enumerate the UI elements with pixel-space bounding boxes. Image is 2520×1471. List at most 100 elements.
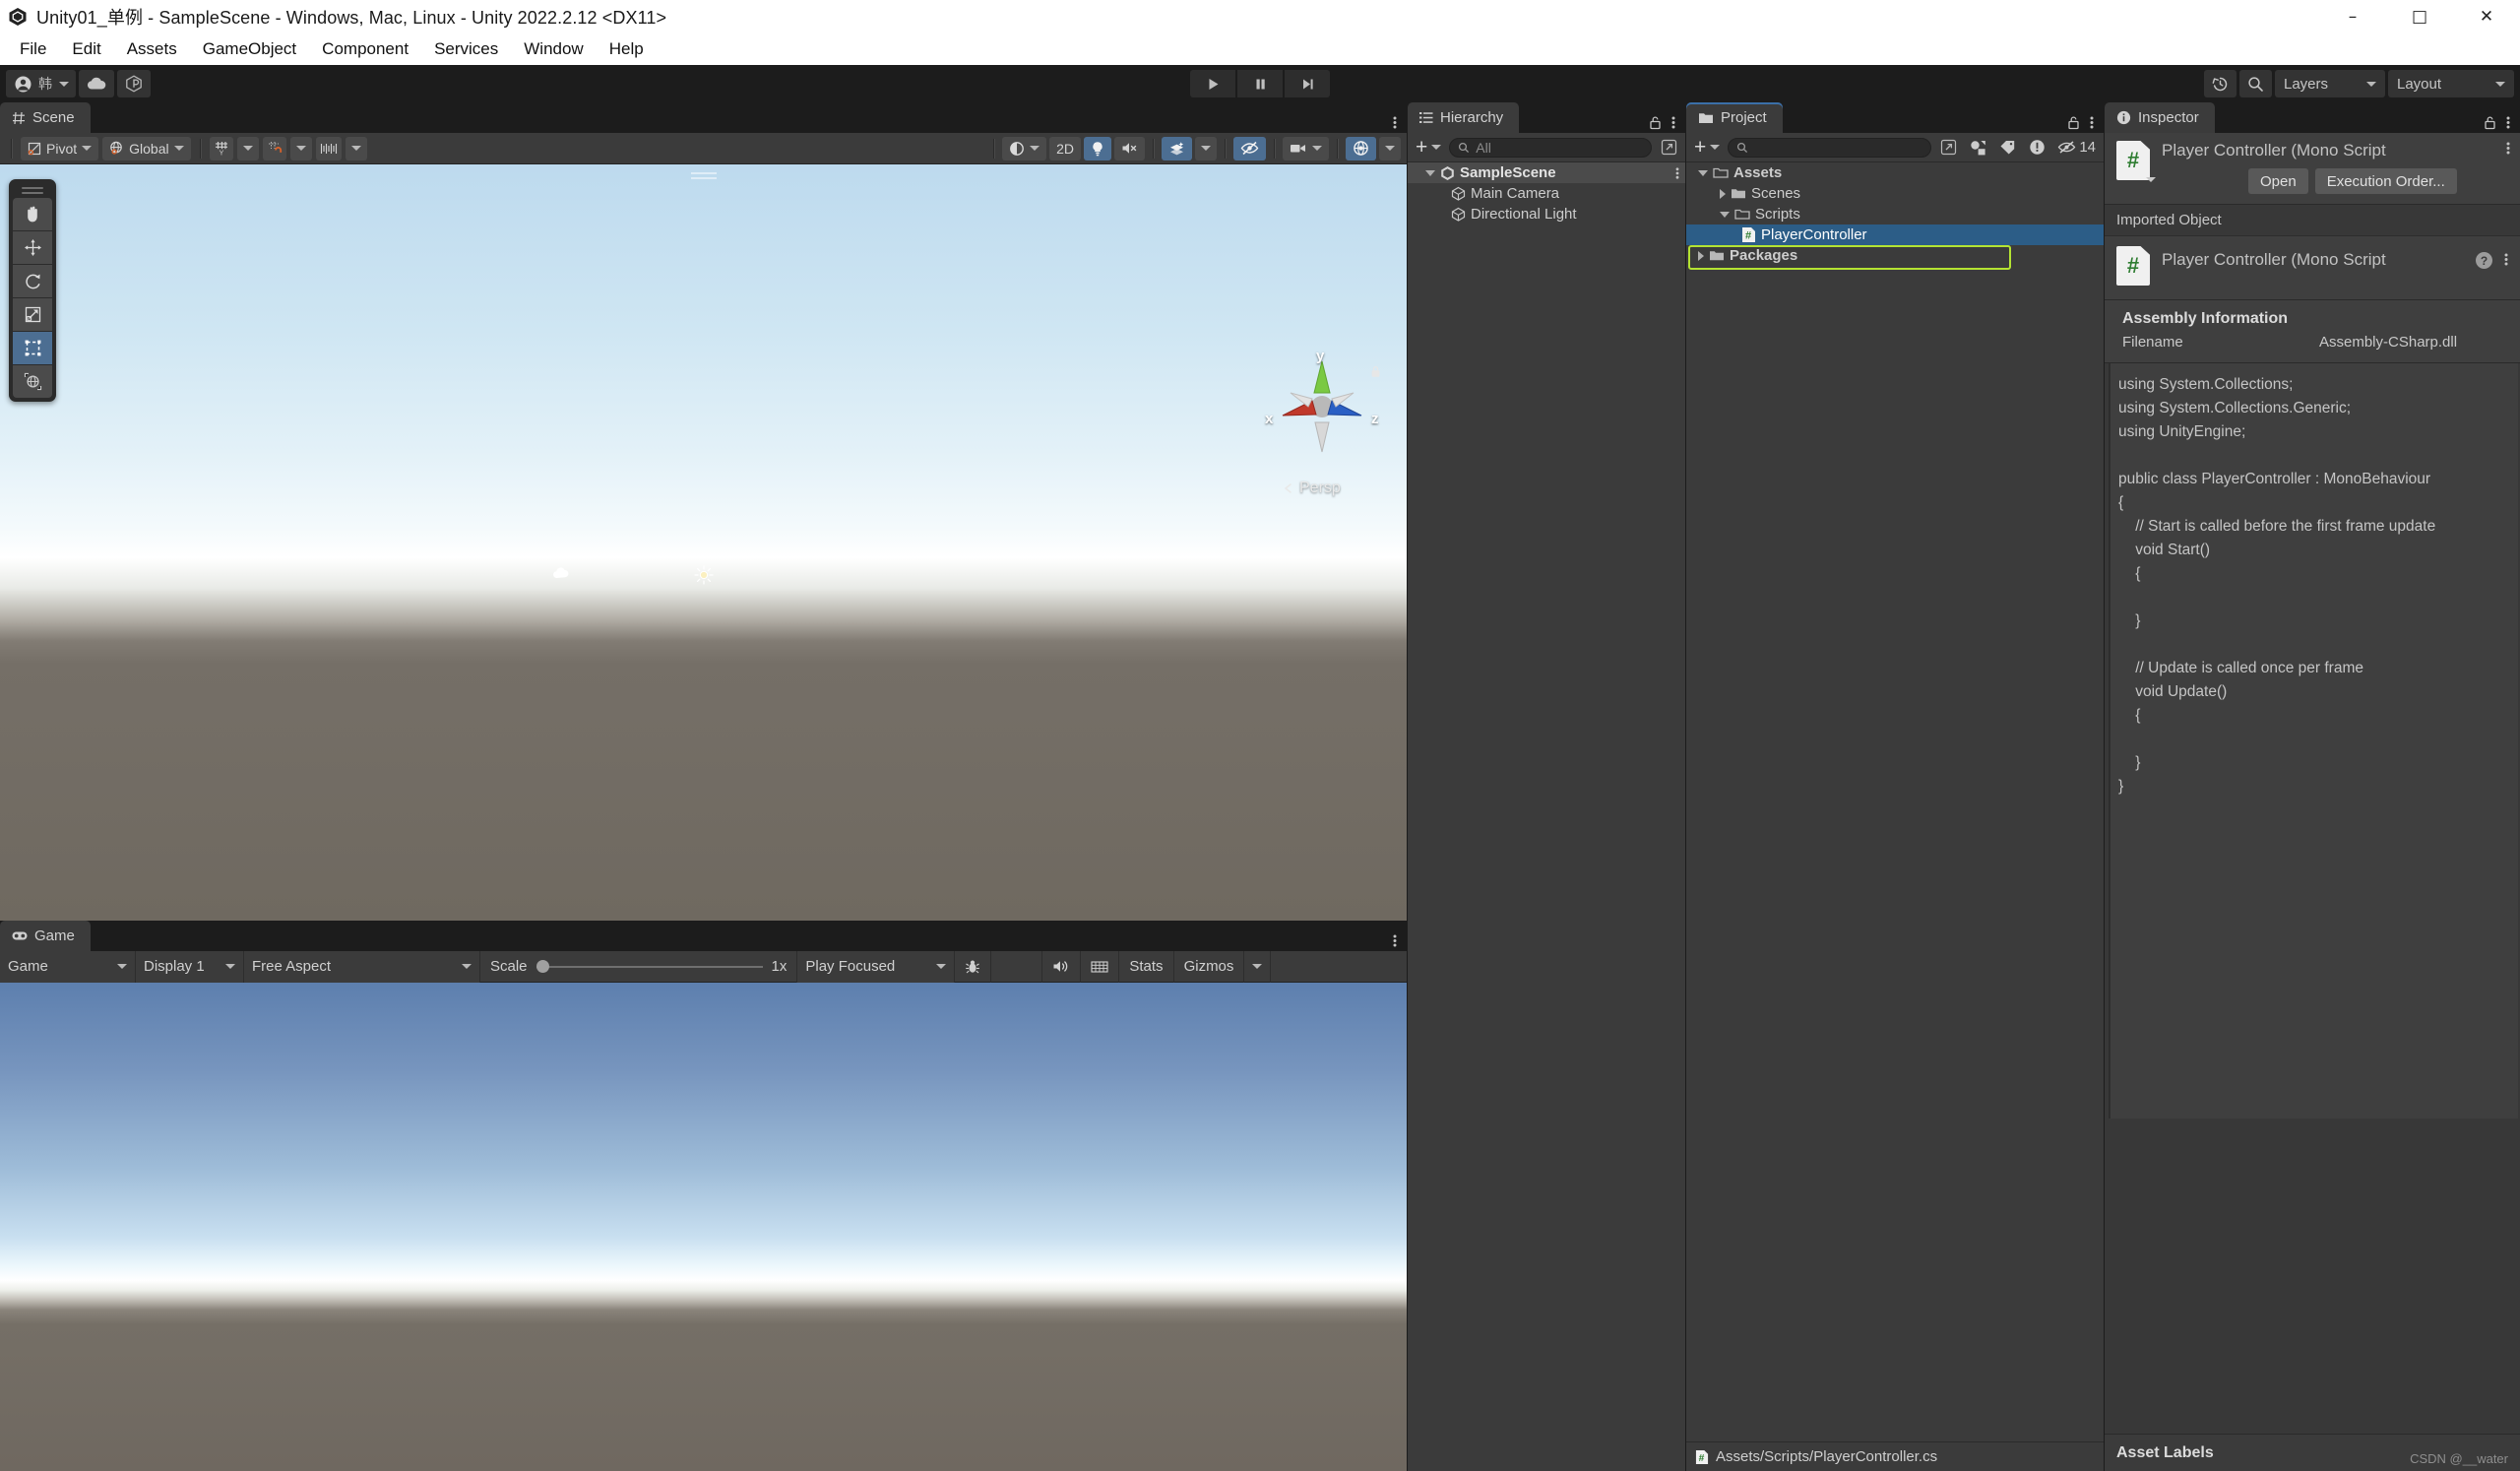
chevron-down-icon[interactable]: [2146, 177, 2156, 182]
project-row-scenes[interactable]: Scenes: [1686, 183, 2104, 204]
unity-services-button[interactable]: [117, 70, 151, 97]
project-add-button[interactable]: +: [1690, 137, 1724, 159]
minimize-button[interactable]: –: [2319, 0, 2386, 33]
menu-file[interactable]: File: [8, 35, 58, 63]
menu-component[interactable]: Component: [310, 35, 420, 63]
step-button[interactable]: [1285, 70, 1330, 97]
expander-down-icon[interactable]: [1425, 169, 1435, 176]
scale-slider[interactable]: [536, 960, 763, 973]
menu-help[interactable]: Help: [598, 35, 656, 63]
scene-audio-toggle[interactable]: [1114, 136, 1145, 160]
hidden-assets-button[interactable]: 14: [2053, 137, 2100, 159]
scene-camera-dropdown[interactable]: [1283, 136, 1329, 160]
close-button[interactable]: ✕: [2453, 0, 2520, 33]
2d-toggle-button[interactable]: 2D: [1049, 136, 1081, 160]
lock-icon[interactable]: [2067, 115, 2080, 130]
game-view-type-dropdown[interactable]: Game: [0, 950, 136, 983]
tab-inspector[interactable]: Inspector: [2105, 102, 2215, 133]
scene-lighting-toggle[interactable]: [1084, 136, 1111, 160]
snap-increment-dropdown[interactable]: [345, 136, 367, 160]
layers-dropdown[interactable]: Layers: [2275, 70, 2385, 97]
tab-hierarchy[interactable]: Hierarchy: [1408, 102, 1520, 133]
game-viewport[interactable]: [0, 983, 1407, 1471]
inspector-options-menu[interactable]: [2506, 115, 2510, 130]
scene-fx-dropdown[interactable]: [1195, 136, 1217, 160]
directional-light-gizmo[interactable]: [694, 565, 714, 585]
scene-view-drag-handle[interactable]: [690, 172, 717, 179]
scene-options-menu[interactable]: [1393, 115, 1397, 130]
gizmos-dropdown[interactable]: [1379, 136, 1401, 160]
play-button[interactable]: [1190, 70, 1235, 97]
global-dropdown[interactable]: Global: [102, 136, 191, 160]
tab-scene[interactable]: Scene: [0, 102, 91, 133]
script-component-menu[interactable]: [2506, 141, 2510, 156]
warning-filter-button[interactable]: [2024, 137, 2049, 159]
open-button[interactable]: Open: [2248, 168, 2308, 194]
menu-assets[interactable]: Assets: [115, 35, 189, 63]
slider-knob[interactable]: [536, 960, 549, 973]
label-filter-button[interactable]: [1994, 137, 2020, 159]
project-row-scripts[interactable]: Scripts: [1686, 204, 2104, 224]
hierarchy-search-input[interactable]: All: [1449, 137, 1652, 158]
grid-dropdown[interactable]: [236, 136, 259, 160]
tab-game[interactable]: Game: [0, 921, 91, 951]
pivot-dropdown[interactable]: Pivot: [21, 136, 99, 160]
gizmos-dropdown-button[interactable]: [1244, 950, 1272, 983]
project-row-assets[interactable]: Assets: [1686, 162, 2104, 183]
display-dropdown[interactable]: Display 1: [136, 950, 244, 983]
menu-gameobject[interactable]: GameObject: [191, 35, 308, 63]
imported-object-menu[interactable]: [2504, 252, 2508, 286]
gizmos-toggle[interactable]: [1346, 136, 1376, 160]
lock-icon[interactable]: [1649, 115, 1662, 130]
project-row-playercontroller[interactable]: # PlayerController: [1686, 224, 2104, 245]
hand-tool-button[interactable]: [13, 198, 52, 230]
aspect-ratio-dropdown[interactable]: Free Aspect: [244, 950, 480, 983]
snap-dropdown[interactable]: [289, 136, 312, 160]
grid-visibility-button[interactable]: Y: [209, 136, 233, 160]
expander-right-icon[interactable]: [1698, 250, 1704, 261]
project-options-menu[interactable]: [2090, 115, 2094, 130]
undo-history-button[interactable]: [2204, 70, 2236, 97]
transform-tool-button[interactable]: [13, 365, 52, 398]
gizmo-lock-icon[interactable]: [1370, 365, 1381, 378]
pause-button[interactable]: [1237, 70, 1283, 97]
project-search-input[interactable]: [1728, 137, 1932, 158]
help-icon[interactable]: ?: [2476, 252, 2492, 269]
scene-visibility-toggle[interactable]: [1233, 136, 1266, 160]
game-grid-button[interactable]: [1081, 950, 1120, 983]
tab-project[interactable]: Project: [1686, 102, 1783, 133]
rect-tool-button[interactable]: [13, 332, 52, 364]
game-spacer-button[interactable]: [991, 950, 1043, 983]
debug-button[interactable]: [955, 950, 992, 983]
play-mode-dropdown[interactable]: Play Focused: [797, 950, 956, 983]
cloud-button[interactable]: [79, 70, 114, 97]
layout-dropdown[interactable]: Layout: [2388, 70, 2514, 97]
hierarchy-add-button[interactable]: +: [1412, 137, 1445, 159]
shading-mode-dropdown[interactable]: [1002, 136, 1047, 160]
menu-window[interactable]: Window: [512, 35, 595, 63]
maximize-button[interactable]: □: [2386, 0, 2453, 33]
scene-projection-label[interactable]: Persp: [1282, 480, 1341, 497]
scene-axis-gizmo[interactable]: y x z: [1263, 348, 1381, 458]
main-camera-gizmo[interactable]: [552, 567, 569, 579]
lock-icon[interactable]: [2484, 115, 2496, 130]
game-options-menu[interactable]: [1393, 933, 1397, 948]
mute-audio-button[interactable]: [1042, 950, 1082, 983]
scene-viewport[interactable]: y x z Persp: [0, 164, 1407, 921]
project-expand-button[interactable]: [1935, 137, 1961, 159]
asset-filter-button[interactable]: [1965, 137, 1990, 159]
expander-down-icon[interactable]: [1698, 169, 1708, 176]
snap-button[interactable]: [262, 136, 286, 160]
project-row-packages[interactable]: Packages: [1686, 245, 2104, 266]
expander-right-icon[interactable]: [1720, 188, 1726, 199]
menu-services[interactable]: Services: [422, 35, 510, 63]
account-button[interactable]: 韩: [6, 70, 76, 97]
gizmos-button[interactable]: Gizmos: [1174, 950, 1245, 983]
hierarchy-row-directional-light[interactable]: Directional Light: [1408, 204, 1685, 224]
expander-down-icon[interactable]: [1720, 211, 1730, 218]
execution-order-button[interactable]: Execution Order...: [2314, 168, 2457, 194]
tool-palette-drag-handle[interactable]: [13, 183, 52, 197]
scale-tool-button[interactable]: [13, 298, 52, 331]
search-button[interactable]: [2239, 70, 2272, 97]
hierarchy-row-main-camera[interactable]: Main Camera: [1408, 183, 1685, 204]
